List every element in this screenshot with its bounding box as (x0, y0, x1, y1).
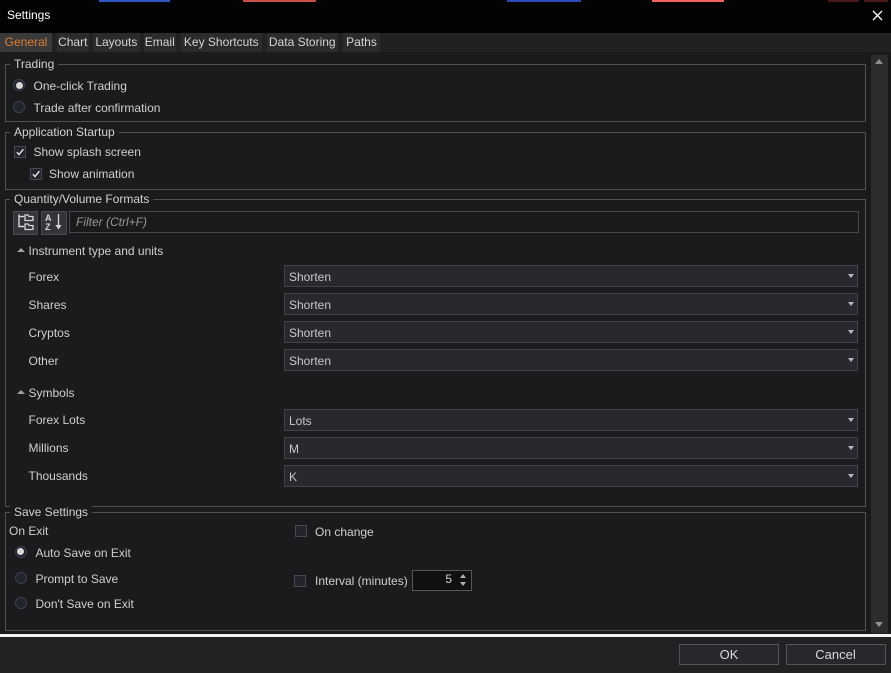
svg-text:Z: Z (45, 222, 51, 232)
